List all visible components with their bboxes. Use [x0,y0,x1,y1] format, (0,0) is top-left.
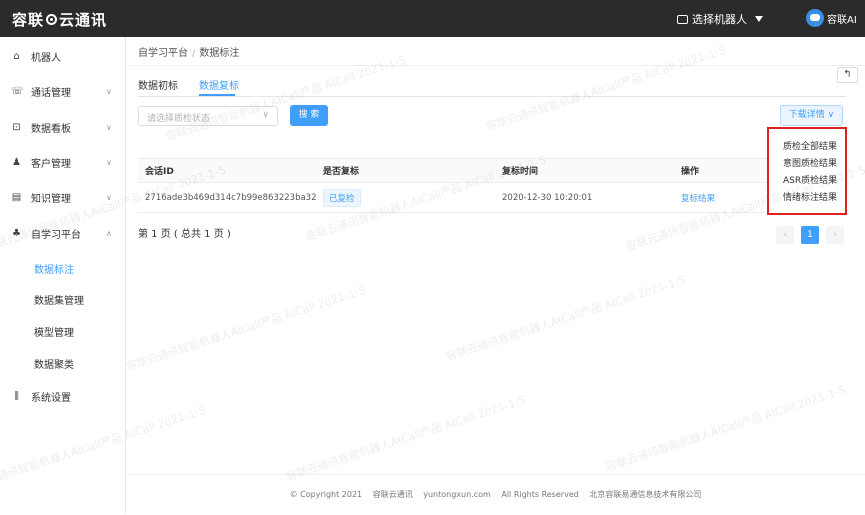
footer-company: 容联云通讯 [372,490,413,499]
menu-item-asr-qc-results[interactable]: ASR质检结果 [769,173,845,190]
learning-icon: ♣ [12,227,21,239]
data-table: 会话ID 是否复标 复标时间 操作 2716ade3b469d314c7b99e… [138,158,846,213]
review-time-cell: 2020-12-30 10:20:01 [502,192,593,203]
chevron-down-icon: ∨ [262,110,269,120]
logo-ring-icon [46,14,58,25]
sidebar-item-system-settings[interactable]: ⫼ 系统设置 [0,381,126,411]
sidebar-item-label: 客户管理 [31,158,71,170]
chevron-down-icon: ∨ [106,192,112,202]
chevron-down-icon: ∨ [106,122,112,132]
menu-item-emotion-label-results[interactable]: 情绪标注结果 [769,190,845,207]
column-header-session-id: 会话ID [145,167,174,177]
menu-item-intent-qc-results[interactable]: 意图质检结果 [769,156,845,173]
sidebar-item-robot[interactable]: ⌂ 机器人 [0,41,126,71]
divider [126,65,865,66]
sidebar-subitem-data-clustering[interactable]: 数据聚类 [0,351,126,375]
sidebar-subitem-label: 数据聚类 [34,360,74,371]
prev-page-button[interactable]: ‹ [776,226,794,244]
breadcrumb-root[interactable]: 自学习平台 [138,48,188,59]
qc-status-placeholder: 请选择质检状态 [147,114,211,124]
book-icon: ▤ [11,191,22,203]
sidebar-item-learning-platform[interactable]: ♣ 自学习平台 ∧ [0,218,126,248]
tab-review-labeling[interactable]: 数据复标 [199,77,239,92]
sidebar-item-label: 机器人 [31,52,61,64]
breadcrumb-separator: / [192,48,196,59]
settings-icon: ⫼ [14,390,19,402]
back-icon: ↰ [843,69,852,80]
chevron-down-icon: ∨ [106,157,112,167]
page-number-button[interactable]: 1 [801,226,819,244]
column-header-action: 操作 [681,167,700,177]
action-cell: 复标结果 [681,183,715,212]
column-header-review-time: 复标时间 [502,167,539,177]
status-badge: 已复检 [323,188,361,207]
footer-rights: All Rights Reserved [501,490,579,499]
robot-icon: ⌂ [13,50,20,62]
sidebar: ⌂ 机器人 ☏ 通话管理 ∨ ⊡ 数据看板 ∨ ♟ 客户管理 ∨ ▤ 知识管理 … [0,37,126,514]
sidebar-subitem-label: 数据集管理 [34,296,84,307]
sidebar-item-knowledge-management[interactable]: ▤ 知识管理 ∨ [0,182,126,212]
sidebar-item-call-management[interactable]: ☏ 通话管理 ∨ [0,76,126,106]
sidebar-item-dashboard[interactable]: ⊡ 数据看板 ∨ [0,112,126,142]
tab-initial-labeling[interactable]: 数据初标 [138,77,178,92]
back-button[interactable]: ↰ [837,67,858,83]
sidebar-item-label: 数据看板 [31,123,71,135]
menu-item-all-qc-results[interactable]: 质检全部结果 [769,139,845,156]
top-bar: 容联 云通讯 选择机器人 容联AI [0,0,865,37]
footer-copyright: © Copyright 2021 [289,490,363,499]
table-row: 2716ade3b469d314c7b99e863223ba32 已复检 202… [138,183,846,213]
chart-icon: ⊡ [12,121,21,133]
sidebar-subitem-label: 数据标注 [34,265,74,276]
review-status-cell: 已复检 [323,183,361,212]
download-dropdown-menu: 质检全部结果 意图质检结果 ASR质检结果 情绪标注结果 [767,127,847,215]
sidebar-item-label: 通话管理 [31,87,71,99]
sidebar-subitem-label: 模型管理 [34,328,74,339]
footer-full-name: 北京容联易通信息技术有限公司 [589,490,702,499]
session-id-cell: 2716ade3b469d314c7b99e863223ba32 [145,192,317,203]
caret-down-icon [755,16,763,22]
logo-text-right: 云通讯 [59,11,108,29]
breadcrumb: 自学习平台 / 数据标注 [138,44,239,59]
breadcrumb-current: 数据标注 [199,48,240,59]
sidebar-item-label: 知识管理 [31,193,71,205]
main-content: 自学习平台 / 数据标注 ↰ 数据初标 数据复标 请选择质检状态 ∨ 搜 索 下载详… [126,37,865,514]
user-menu[interactable]: 容联AI [806,9,857,27]
download-details-button[interactable]: 下载详情 ∨ [780,105,843,126]
column-header-review-status: 是否复标 [323,167,360,177]
review-result-link[interactable]: 复标结果 [681,192,715,204]
sidebar-subitem-dataset-management[interactable]: 数据集管理 [0,287,126,311]
user-name: 容联AI [827,14,857,26]
page-info: 第 1 页 ( 总共 1 页 ) [138,229,231,240]
sidebar-subitem-data-labeling[interactable]: 数据标注 [0,256,126,280]
app-logo[interactable]: 容联 云通讯 [12,9,107,30]
sidebar-subitem-model-management[interactable]: 模型管理 [0,319,126,343]
search-button[interactable]: 搜 索 [290,105,328,126]
phone-icon: ☏ [11,85,24,97]
sidebar-item-customer-management[interactable]: ♟ 客户管理 ∨ [0,147,126,177]
chevron-up-icon: ∧ [106,228,112,238]
robot-select-label: 选择机器人 [692,13,747,26]
sidebar-item-label: 系统设置 [31,392,71,404]
footer: © Copyright 2021 容联云通讯 yuntongxun.com Al… [126,474,865,514]
avatar [806,9,824,27]
next-page-button[interactable]: › [826,226,844,244]
qc-status-select[interactable]: 请选择质检状态 ∨ [138,106,278,126]
robot-icon [677,14,688,24]
logo-text-left: 容联 [12,11,45,29]
robot-select-dropdown[interactable]: 选择机器人 [677,11,763,27]
footer-domain: yuntongxun.com [423,490,491,499]
sidebar-item-label: 自学习平台 [31,229,81,241]
table-header: 会话ID 是否复标 复标时间 操作 [138,159,846,183]
chevron-down-icon: ∨ [106,86,112,96]
users-icon: ♟ [12,156,21,168]
divider [138,96,846,97]
